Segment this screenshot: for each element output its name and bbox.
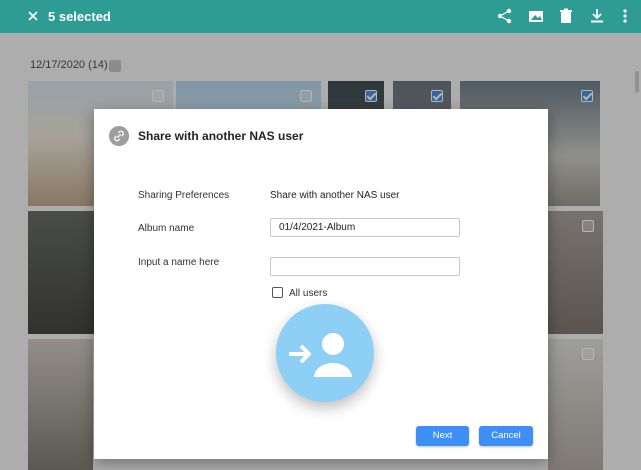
all-users-label: All users [289,288,328,299]
next-button[interactable]: Next [416,426,469,446]
more-vert-icon[interactable] [616,7,634,25]
sharing-preferences-label: Sharing Preferences [138,190,230,201]
sharing-preferences-value: Share with another NAS user [270,190,400,201]
selection-count: 5 selected [48,9,111,24]
selection-toolbar: 5 selected [0,0,641,33]
all-users-checkbox[interactable] [272,287,283,298]
user-name-input[interactable] [270,257,460,276]
link-icon [109,126,129,146]
share-icon[interactable] [496,7,514,25]
delete-icon[interactable] [557,7,575,25]
download-icon[interactable] [588,7,606,25]
input-name-label: Input a name here [138,257,220,268]
dialog-title: Share with another NAS user [138,129,304,143]
add-user-bubble [276,304,374,402]
add-to-album-icon[interactable] [527,7,545,25]
add-user-icon [289,333,352,377]
album-name-label: Album name [138,223,195,234]
share-dialog: Share with another NAS user Sharing Pref… [94,109,548,459]
cancel-button[interactable]: Cancel [479,426,533,446]
close-icon[interactable] [24,7,42,25]
album-name-field[interactable]: 01/4/2021-Album [270,218,460,237]
